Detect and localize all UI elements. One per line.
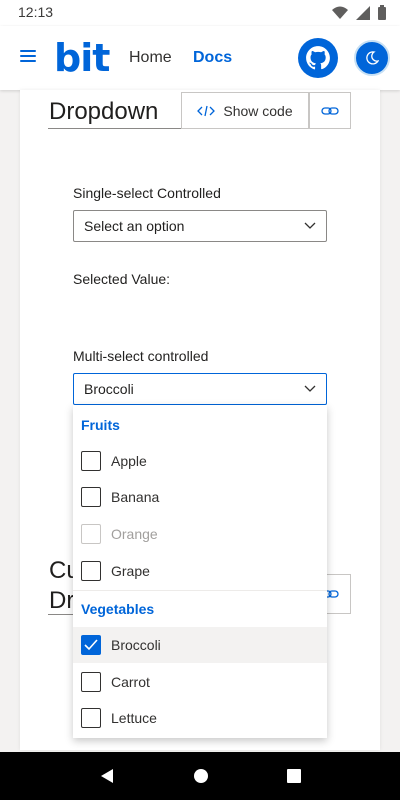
option-label: Lettuce [111,710,157,726]
link-icon [321,106,339,115]
system-nav-bar [0,752,400,800]
option-grape[interactable]: Grape [73,553,327,589]
checkbox[interactable] [81,487,101,507]
theme-toggle-button[interactable] [354,40,390,76]
single-select-dropdown[interactable]: Select an option [73,210,327,242]
status-time: 12:13 [18,4,54,20]
option-carrot[interactable]: Carrot [73,664,327,700]
group-header-vegetables: Vegetables [81,601,155,617]
menu-icon[interactable] [20,50,36,64]
option-orange: Orange [73,516,327,552]
option-label: Broccoli [111,637,161,653]
checkbox[interactable] [81,635,101,655]
group-header-fruits: Fruits [81,417,120,433]
multi-select-callout: Fruits Apple Banana Orange Grape Vegetab… [73,405,327,738]
recents-icon[interactable] [287,769,301,783]
status-bar: 12:13 [0,0,400,26]
moon-icon [366,51,379,65]
checkbox[interactable] [81,672,101,692]
battery-icon [378,5,386,20]
github-button[interactable] [298,38,338,78]
group-divider [73,590,327,591]
copy-link-button[interactable] [309,92,351,129]
checkbox[interactable] [81,561,101,581]
signal-icon [356,5,370,20]
github-icon [306,46,330,70]
option-apple[interactable]: Apple [73,443,327,479]
option-label: Orange [111,526,158,542]
title-underline [48,128,182,129]
multi-select-dropdown[interactable]: Broccoli [73,373,327,405]
option-label: Apple [111,453,147,469]
wifi-icon [332,6,348,19]
option-label: Carrot [111,674,150,690]
single-select-label: Single-select Controlled [73,185,221,201]
chevron-down-icon [304,385,316,392]
checkmark-icon [84,639,98,651]
option-label: Banana [111,489,160,505]
option-broccoli[interactable]: Broccoli [73,627,327,663]
show-code-button[interactable]: Show code [181,92,309,129]
chevron-down-icon [304,222,316,229]
nav-docs-link[interactable]: Docs [193,49,232,67]
option-lettuce[interactable]: Lettuce [73,700,327,736]
single-select-placeholder: Select an option [84,218,185,234]
option-banana[interactable]: Banana [73,479,327,515]
show-code-label: Show code [223,102,293,119]
checkbox[interactable] [81,708,101,728]
section-title: Dropdown [49,98,159,125]
back-icon[interactable] [99,768,115,784]
bit-logo[interactable]: bit [54,36,110,80]
code-icon [197,105,216,116]
multi-select-value: Broccoli [84,381,134,397]
nav-home-link[interactable]: Home [129,49,172,67]
checkbox [81,524,101,544]
selected-value-label: Selected Value: [73,271,171,287]
option-label: Grape [111,563,150,579]
home-icon[interactable] [193,768,209,784]
multi-select-label: Multi-select controlled [73,348,209,364]
status-icons [332,5,386,20]
checkbox[interactable] [81,451,101,471]
app-header: bit Home Docs [0,26,400,90]
